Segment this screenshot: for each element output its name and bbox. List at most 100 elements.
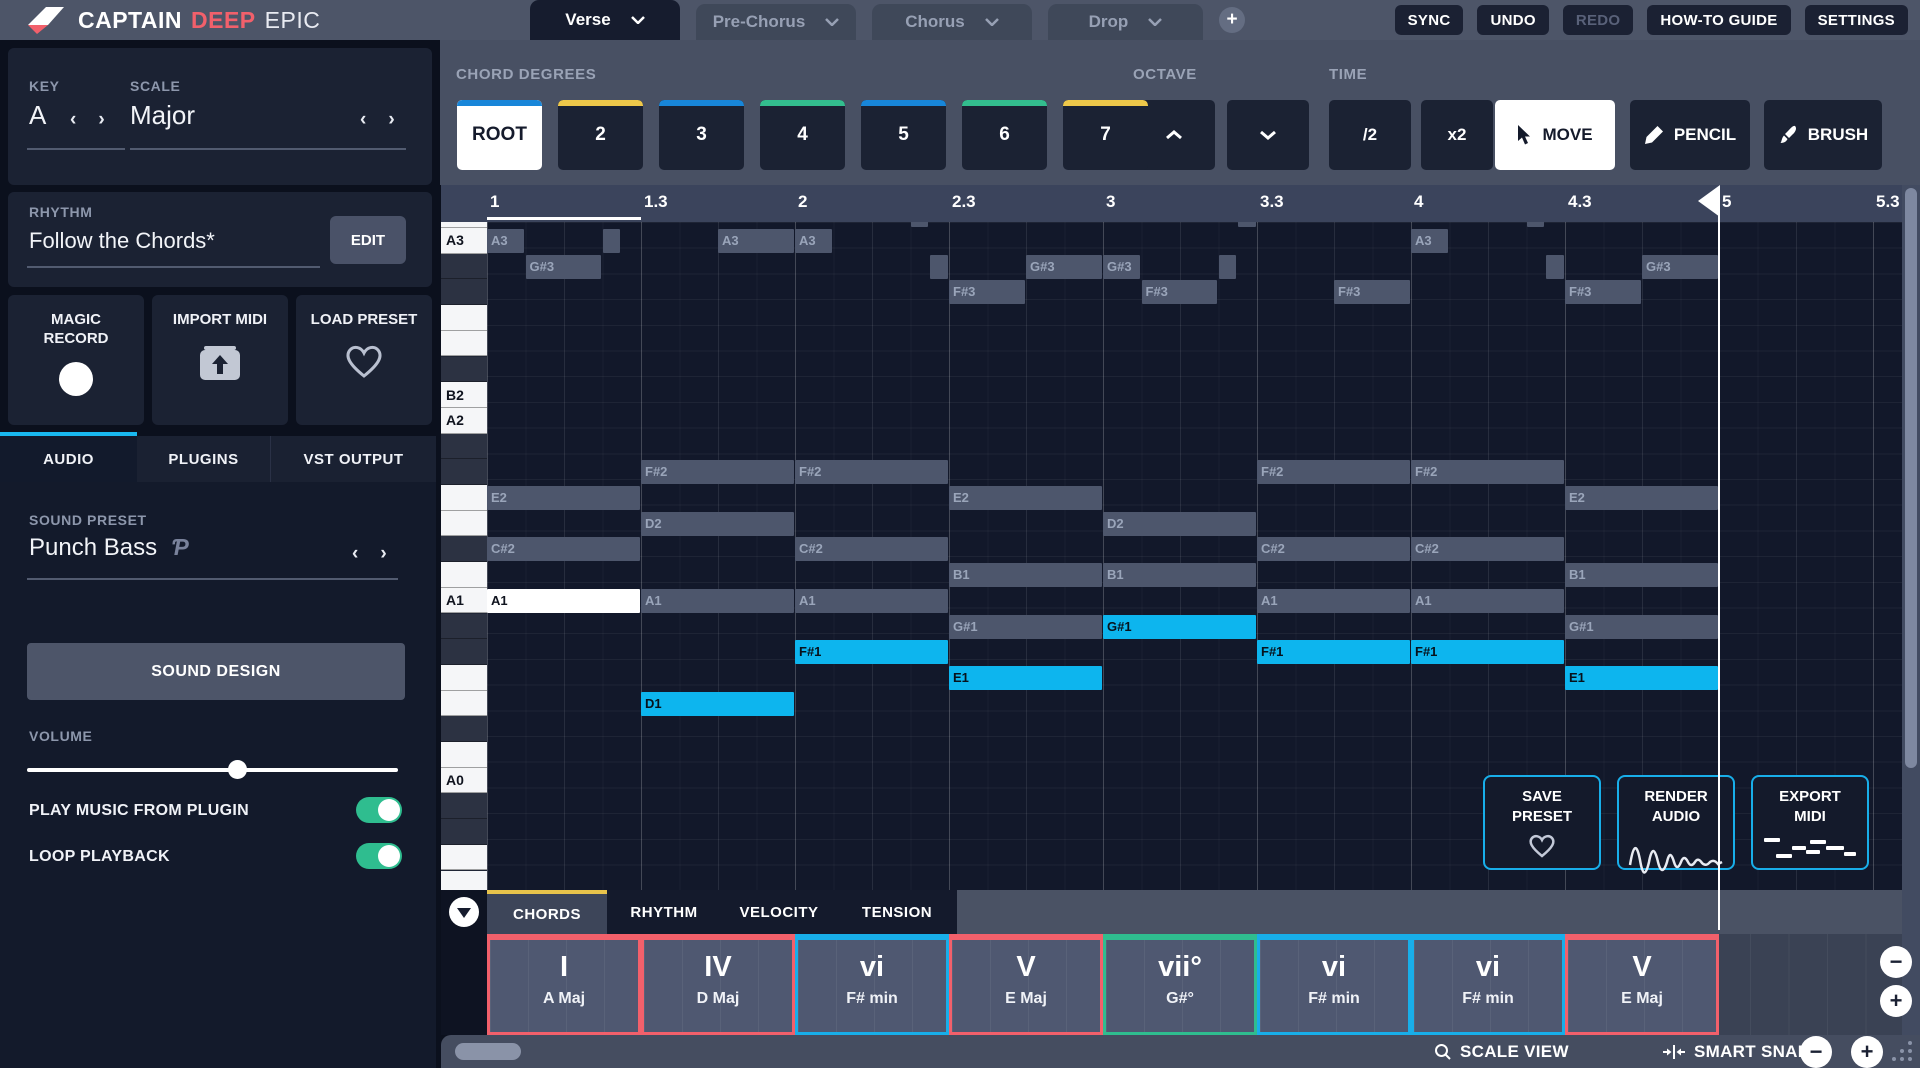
note-e1[interactable]: E1 (949, 666, 1102, 690)
note-cs2[interactable]: C#2 (1257, 537, 1410, 561)
note-gs1[interactable]: G#1 (1565, 615, 1718, 639)
note-gs1[interactable]: G#1 (1103, 615, 1256, 639)
export-midi-button[interactable]: EXPORTMIDI (1751, 775, 1869, 870)
note-fs3[interactable]: F#3 (1334, 280, 1410, 304)
piano-key-gs0[interactable] (441, 793, 487, 819)
piano-key-a0[interactable]: A0 (441, 768, 487, 794)
piano-key-a1[interactable]: A1 (441, 588, 487, 614)
load-preset-button[interactable]: LOAD PRESET (296, 295, 432, 425)
chord-block-1[interactable]: IA Maj (487, 934, 641, 1035)
collapse-panel-button[interactable] (449, 897, 479, 927)
sidebar-tab-vst-output[interactable]: VST OUTPUT (270, 436, 436, 482)
note-cs2[interactable]: C#2 (1411, 537, 1564, 561)
note-a3[interactable]: A3 (1411, 229, 1448, 253)
chord-block-2[interactable]: IVD Maj (641, 934, 795, 1035)
degree-root-button[interactable]: ROOT (457, 100, 542, 170)
piano-key-b0[interactable] (441, 742, 487, 768)
loop-playback-toggle[interactable] (356, 843, 402, 869)
magic-record-button[interactable]: MAGIC RECORD (8, 295, 144, 425)
note-fs2[interactable]: F#2 (641, 460, 794, 484)
piano-key-cs2[interactable] (441, 536, 487, 562)
note-fs1[interactable]: F#1 (795, 640, 948, 664)
tab-chords[interactable]: CHORDS (487, 890, 607, 934)
note-gs3[interactable] (1219, 255, 1237, 279)
piano-key-e0[interactable] (441, 845, 487, 871)
playhead-flag-icon[interactable] (1696, 185, 1720, 217)
piano-key-b2[interactable]: B2 (441, 382, 487, 408)
note-b1[interactable]: B1 (1565, 563, 1718, 587)
note-a1[interactable]: A1 (795, 589, 948, 613)
zoom-in-button[interactable]: + (1851, 1036, 1883, 1068)
note-gs3[interactable]: G#3 (526, 255, 602, 279)
chord-block-7[interactable]: viF# min (1411, 934, 1565, 1035)
note-a1[interactable]: A1 (641, 589, 794, 613)
move-tool-button[interactable]: MOVE (1495, 100, 1615, 170)
note-fs1[interactable]: F#1 (1411, 640, 1564, 664)
note-gs3[interactable]: G#3 (1103, 255, 1140, 279)
chord-block-4[interactable]: VE Maj (949, 934, 1103, 1035)
preset-prev-icon[interactable]: ‹ (352, 544, 358, 563)
note-fs2[interactable]: F#2 (1411, 460, 1564, 484)
chord-block-5[interactable]: vii°G#° (1103, 934, 1257, 1035)
note-a3[interactable]: A3 (795, 229, 832, 253)
section-tab-prechorus[interactable]: Pre-Chorus (696, 4, 856, 40)
piano-key-d3[interactable] (441, 331, 487, 357)
piano-key-fs2[interactable] (441, 459, 487, 485)
zoom-vertical-in-button[interactable]: + (1880, 985, 1912, 1017)
time-half-button[interactable]: /2 (1329, 100, 1411, 170)
note-b1[interactable]: B1 (1103, 563, 1256, 587)
chord-block-6[interactable]: viF# min (1257, 934, 1411, 1035)
scale-view-toggle[interactable]: SCALE VIEW (1434, 1035, 1569, 1068)
sidebar-tab-audio[interactable]: AUDIO (0, 432, 137, 482)
piano-key-e1[interactable] (441, 665, 487, 691)
scale-value[interactable]: Major (130, 100, 195, 131)
degree-2-button[interactable]: 2 (558, 100, 643, 170)
rhythm-value[interactable]: Follow the Chords* (29, 228, 215, 254)
note-b3[interactable] (1238, 222, 1256, 227)
tab-velocity[interactable]: VELOCITY (721, 890, 837, 934)
piano-key-fs0[interactable] (441, 819, 487, 845)
note-a1[interactable]: A1 (1411, 589, 1564, 613)
piano-key-d0[interactable] (441, 871, 487, 891)
piano-key-d2[interactable] (441, 511, 487, 537)
zoom-vertical-out-button[interactable]: − (1880, 946, 1912, 978)
key-next-icon[interactable]: › (98, 110, 104, 129)
section-tab-drop[interactable]: Drop (1048, 4, 1203, 40)
note-a3[interactable]: A3 (718, 229, 794, 253)
volume-slider[interactable] (27, 768, 398, 772)
note-fs3[interactable]: F#3 (1565, 280, 1641, 304)
piano-key-e2[interactable] (441, 485, 487, 511)
note-fs1[interactable]: F#1 (1257, 640, 1410, 664)
resize-grip[interactable] (1892, 1041, 1914, 1063)
note-e2[interactable]: E2 (949, 486, 1102, 510)
volume-thumb[interactable] (228, 760, 247, 779)
vertical-scrollbar[interactable] (1902, 185, 1920, 1035)
chord-block-3[interactable]: viF# min (795, 934, 949, 1035)
tab-rhythm[interactable]: RHYTHM (607, 890, 721, 934)
octave-down-button[interactable] (1227, 100, 1309, 170)
note-d1[interactable]: D1 (641, 692, 794, 716)
scale-prev-icon[interactable]: ‹ (360, 110, 366, 129)
undo-button[interactable]: UNDO (1477, 5, 1548, 35)
note-fs3[interactable]: F#3 (949, 280, 1025, 304)
play-from-plugin-toggle[interactable] (356, 797, 402, 823)
degree-7-button[interactable]: 7 (1063, 100, 1148, 170)
settings-button[interactable]: SETTINGS (1805, 5, 1908, 35)
note-fs3[interactable]: F#3 (1142, 280, 1218, 304)
scale-next-icon[interactable]: › (388, 110, 394, 129)
note-fs2[interactable]: F#2 (795, 460, 948, 484)
note-gs3[interactable] (930, 255, 948, 279)
note-b3[interactable] (911, 222, 929, 227)
note-gs3[interactable] (1546, 255, 1564, 279)
vertical-scroll-thumb[interactable] (1905, 188, 1917, 768)
key-prev-icon[interactable]: ‹ (70, 110, 76, 129)
how-to-guide-button[interactable]: HOW-TO GUIDE (1647, 5, 1790, 35)
note-b1[interactable]: B1 (949, 563, 1102, 587)
sound-design-button[interactable]: SOUND DESIGN (27, 643, 405, 700)
pencil-tool-button[interactable]: PENCIL (1630, 100, 1750, 170)
brush-tool-button[interactable]: BRUSH (1764, 100, 1882, 170)
note-gs1[interactable]: G#1 (949, 615, 1102, 639)
note-a3[interactable]: A3 (487, 229, 524, 253)
note-e2[interactable]: E2 (1565, 486, 1718, 510)
smart-snap-toggle[interactable]: SMART SNAP (1662, 1035, 1809, 1068)
